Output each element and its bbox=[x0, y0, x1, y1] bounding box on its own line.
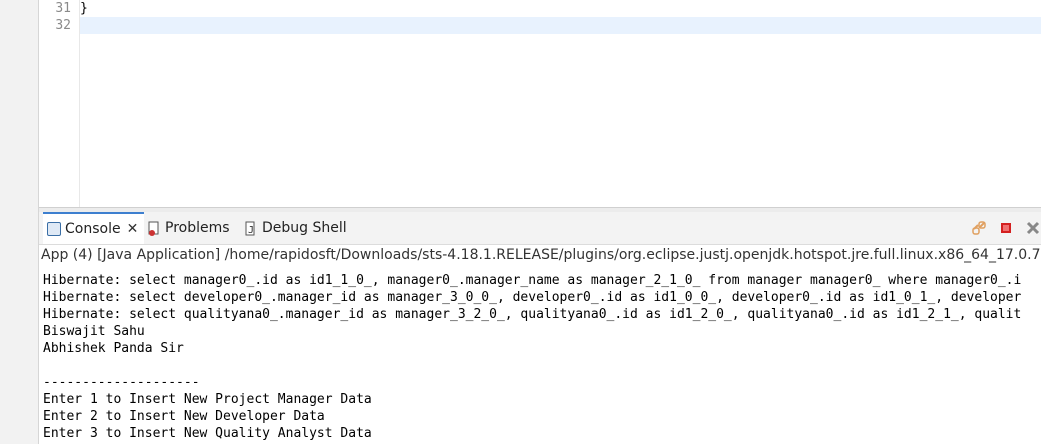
link-icon[interactable] bbox=[971, 220, 987, 236]
left-panel-strip bbox=[0, 0, 39, 444]
console-line: Hibernate: select manager0_.id as id1_1_… bbox=[43, 273, 1022, 288]
tab-label: Debug Shell bbox=[262, 220, 347, 236]
code-line[interactable]: } bbox=[80, 0, 88, 17]
line-number: 31 bbox=[55, 1, 71, 16]
tab-console[interactable]: Console ✕ bbox=[43, 212, 145, 244]
tab-label: Console bbox=[65, 221, 121, 237]
console-line: -------------------- bbox=[43, 375, 200, 390]
console-line: Hibernate: select developer0_.manager_id… bbox=[43, 290, 1022, 305]
console-line: Enter 2 to Insert New Developer Data bbox=[43, 409, 325, 424]
remove-launch-icon[interactable] bbox=[1025, 220, 1041, 236]
line-number: 32 bbox=[55, 18, 71, 33]
close-icon[interactable]: ✕ bbox=[127, 221, 139, 237]
tab-problems[interactable]: Problems bbox=[147, 212, 230, 244]
console-line: Biswajit Sahu bbox=[43, 324, 145, 339]
console-line: Enter 1 to Insert New Project Manager Da… bbox=[43, 392, 372, 407]
console-output[interactable]: Hibernate: select manager0_.id as id1_1_… bbox=[39, 264, 1041, 444]
console-icon bbox=[47, 222, 61, 236]
problems-icon bbox=[147, 221, 161, 236]
console-line: Enter 3 to Insert New Quality Analyst Da… bbox=[43, 426, 372, 441]
code-editor[interactable]: 31 32 } bbox=[39, 0, 1041, 207]
tab-label: Problems bbox=[165, 220, 230, 236]
svg-text:J: J bbox=[248, 225, 254, 236]
terminate-icon[interactable] bbox=[998, 220, 1014, 236]
line-number-gutter: 31 32 bbox=[39, 0, 80, 207]
tab-debug-shell[interactable]: J Debug Shell bbox=[244, 212, 347, 244]
current-line-highlight bbox=[80, 17, 1041, 34]
debug-shell-icon: J bbox=[244, 221, 258, 236]
console-line: Hibernate: select qualityana0_.manager_i… bbox=[43, 307, 1022, 322]
console-line: Abhishek Panda Sir bbox=[43, 341, 184, 356]
console-process-label: App (4) [Java Application] /home/rapidos… bbox=[39, 245, 1041, 265]
view-tab-bar: Console ✕ Problems J Debug Shell bbox=[39, 212, 1041, 245]
